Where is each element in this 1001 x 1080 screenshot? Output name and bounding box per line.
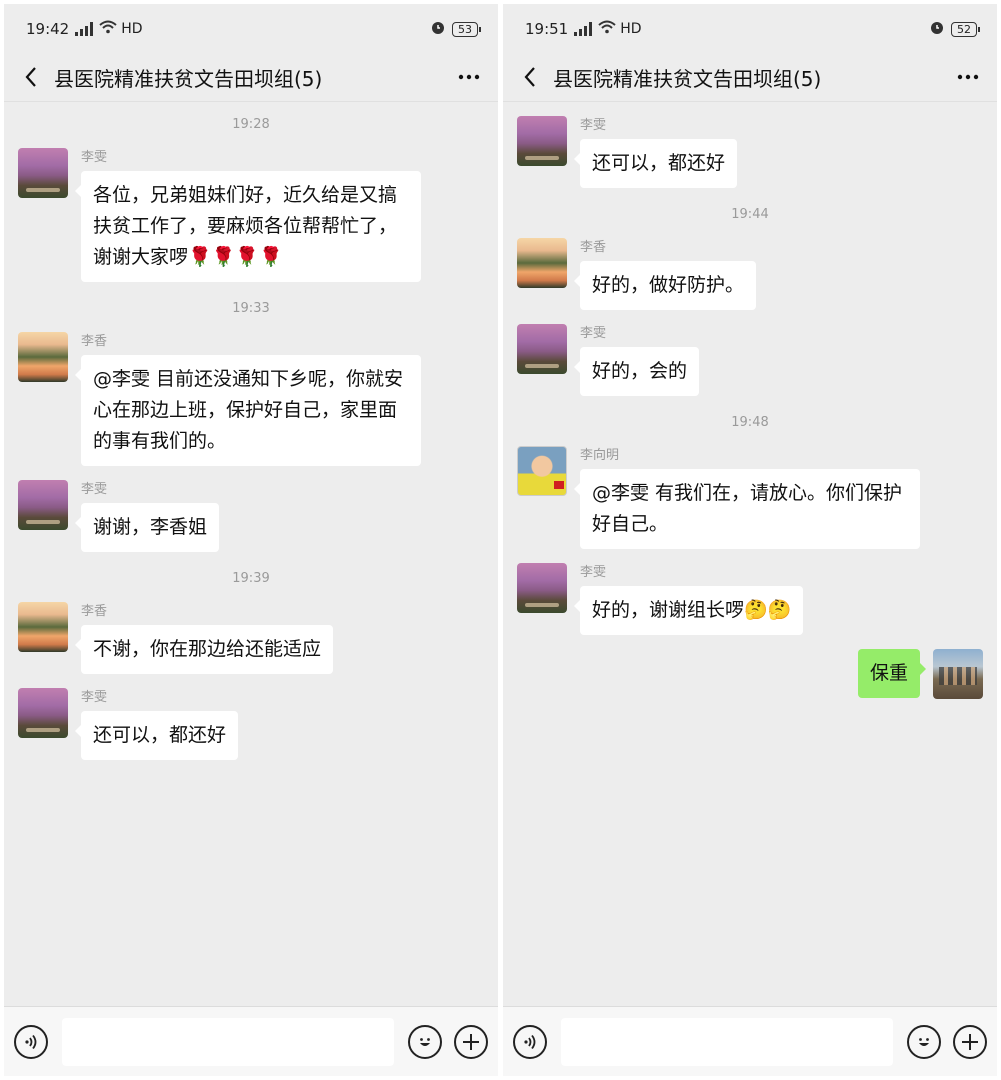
wifi-icon (99, 20, 117, 38)
chat-title: 县医院精准扶贫文告田坝组(5) (54, 66, 323, 91)
status-bar: 19:51 HD 52 (503, 4, 997, 54)
message-input[interactable] (62, 1017, 394, 1066)
message-row-self: 保重 (503, 649, 997, 699)
sender-name: 李香 (81, 334, 108, 349)
sender-name: 李雯 (81, 150, 108, 165)
message-row: 李香 @李雯 目前还没通知下乡呢，你就安心在那边上班，保护好自己，家里面的事有我们… (4, 332, 498, 466)
hd-indicator: HD (121, 21, 143, 37)
sender-name: 李雯 (81, 482, 108, 497)
message-bubble[interactable]: 还可以，都还好 (74, 711, 239, 760)
status-time: 19:51 (525, 20, 569, 38)
alarm-icon (929, 19, 945, 39)
hd-indicator: HD (620, 21, 642, 37)
voice-input-icon[interactable] (14, 1024, 48, 1059)
message-bubble[interactable]: @李雯 目前还没通知下乡呢，你就安心在那边上班，保护好自己，家里面的事有我们的。 (75, 355, 421, 466)
sender-name: 李雯 (580, 326, 607, 341)
timestamp-separator: 19:44 (731, 207, 769, 222)
message-bubble[interactable]: @李雯 有我们在，请放心。你们保护好自己。 (574, 469, 920, 549)
timestamp-separator: 19:39 (232, 571, 270, 586)
battery-icon: 53 (452, 21, 481, 37)
timestamp-separator: 19:28 (232, 117, 270, 132)
message-bubble[interactable]: 不谢，你在那边给还能适应 (74, 625, 334, 674)
message-bubble[interactable]: 好的，谢谢组长啰🤔🤔 (573, 586, 804, 635)
message-bubble[interactable]: 谢谢，李香姐 (74, 503, 220, 552)
back-arrow-icon[interactable] (517, 64, 543, 90)
sender-name: 李雯 (580, 118, 607, 133)
message-row: 李香不谢，你在那边给还能适应 (4, 602, 498, 674)
avatar[interactable] (517, 116, 567, 166)
plus-icon[interactable] (953, 1024, 987, 1059)
avatar-self[interactable] (933, 649, 983, 699)
chat-message-list[interactable]: 19:28 李雯 各位，兄弟姐妹们好，近久给是又搞扶贫工作了，要麻烦各位帮帮忙了，谢… (4, 101, 498, 1006)
message-bubble[interactable]: 各位，兄弟姐妹们好，近久给是又搞扶贫工作了，要麻烦各位帮帮忙了，谢谢大家啰🌹🌹🌹… (75, 171, 421, 282)
message-row: 李雯各位，兄弟姐妹们好，近久给是又搞扶贫工作了，要麻烦各位帮帮忙了，谢谢大家啰🌹… (4, 148, 498, 282)
message-bubble[interactable]: 还可以，都还好 (573, 139, 738, 188)
input-bar (4, 1006, 498, 1076)
sender-name: 李香 (580, 240, 607, 255)
timestamp-separator: 19:48 (731, 415, 769, 430)
more-options-icon[interactable] (953, 64, 983, 90)
phone-screen-left: 19:42 HD 53 县医院精准扶贫文告田坝组(5) 19:28 李雯 各位，兄弟… (4, 4, 498, 1076)
chat-message-list[interactable]: 19:33李香@李雯 目前还没通知下乡呢，你就安心在那边上班，保护好自己，家里面… (503, 101, 997, 1006)
back-arrow-icon[interactable] (18, 64, 44, 90)
avatar[interactable] (517, 446, 567, 496)
avatar[interactable] (517, 238, 567, 288)
sender-name: 李香 (81, 604, 108, 619)
emoji-icon[interactable] (907, 1024, 941, 1059)
more-options-icon[interactable] (454, 64, 484, 90)
status-time: 19:42 (26, 20, 70, 38)
battery-icon: 52 (951, 21, 980, 37)
message-bubble-self[interactable]: 保重 (857, 649, 927, 698)
chat-header: 县医院精准扶贫文告田坝组(5) (4, 54, 498, 100)
message-bubble[interactable]: 好的，会的 (573, 347, 700, 396)
signal-icon (75, 22, 94, 36)
message-row: 李雯谢谢，李香姐 (4, 480, 498, 552)
avatar[interactable] (18, 688, 68, 738)
plus-icon[interactable] (454, 1024, 488, 1059)
message-row: 李雯好的，谢谢组长啰🤔🤔 (503, 563, 997, 635)
message-input[interactable] (561, 1017, 893, 1066)
emoji-icon[interactable] (408, 1024, 442, 1059)
message-row: 李香好的，做好防护。 (503, 238, 997, 310)
sender-name: 李雯 (580, 565, 607, 580)
input-bar (503, 1006, 997, 1076)
alarm-icon (430, 19, 446, 39)
message-row: 李香不谢，你在那边给还能适应 (503, 101, 997, 102)
message-row: 李雯还可以，都还好 (503, 116, 997, 188)
phone-screen-right: 19:51 HD 52 县医院精准扶贫文告田坝组(5) 19:33李香@李雯 目… (503, 4, 997, 1076)
message-row: 李向明 @李雯 有我们在，请放心。你们保护好自己。 (503, 446, 997, 549)
timestamp-separator: 19:33 (232, 301, 270, 316)
message-bubble[interactable]: 好的，做好防护。 (573, 261, 757, 310)
message-bubble[interactable]: 不谢，你在那边给还能适应 (580, 101, 832, 102)
chat-header: 县医院精准扶贫文告田坝组(5) (503, 54, 997, 100)
voice-input-icon[interactable] (513, 1024, 547, 1059)
sender-name: 李向明 (580, 448, 620, 463)
chat-title: 县医院精准扶贫文告田坝组(5) (553, 66, 822, 91)
status-bar: 19:42 HD 53 (4, 4, 498, 54)
signal-icon (574, 22, 593, 36)
sender-name: 李雯 (81, 690, 108, 705)
wifi-icon (598, 20, 616, 38)
avatar[interactable] (18, 332, 68, 382)
avatar[interactable] (18, 602, 68, 652)
message-row: 李雯还可以，都还好 (4, 688, 498, 760)
avatar[interactable] (18, 148, 68, 198)
avatar[interactable] (517, 324, 567, 374)
message-row: 李雯好的，会的 (503, 324, 997, 396)
avatar[interactable] (517, 563, 567, 613)
avatar[interactable] (18, 480, 68, 530)
